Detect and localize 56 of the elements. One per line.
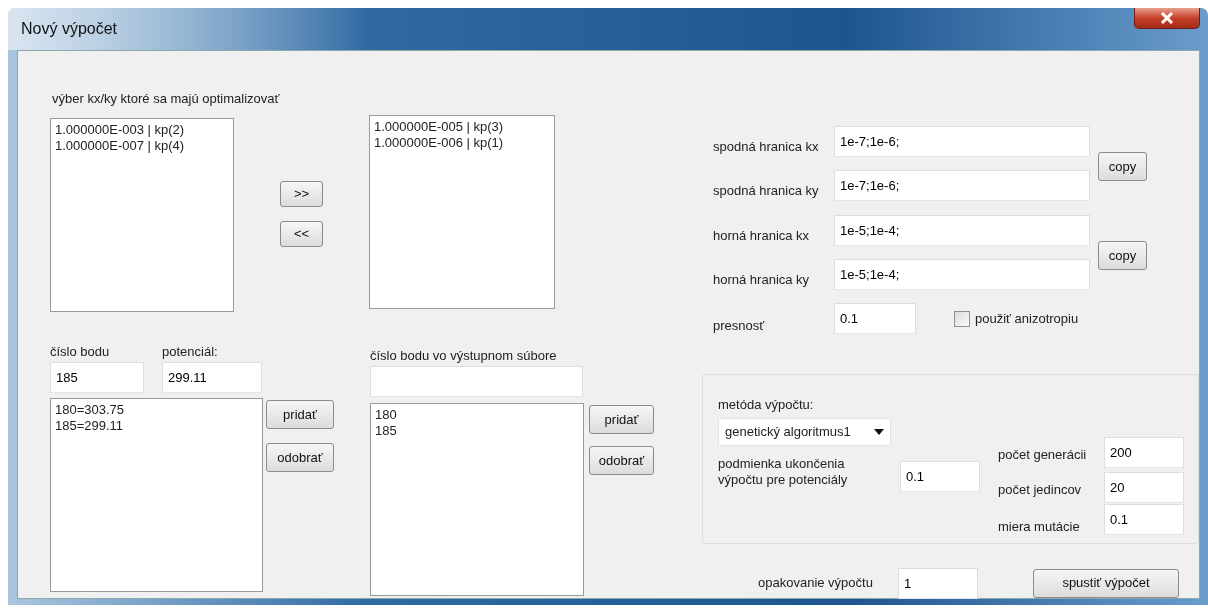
input-field[interactable]: 1e-7;1e-6; — [834, 170, 1090, 201]
field-label: presnosť — [713, 317, 766, 335]
input-field[interactable]: 1e-5;1e-4; — [834, 215, 1090, 246]
input-field[interactable]: 185 — [50, 362, 144, 393]
add-button[interactable]: pridať — [266, 400, 334, 429]
list-box[interactable]: 180 185 — [370, 403, 584, 596]
input-field[interactable]: 1e-5;1e-4; — [834, 259, 1090, 290]
field-label: číslo bodu — [50, 342, 110, 361]
dropdown[interactable]: genetický algoritmus1 — [718, 418, 891, 446]
field-label: spodná hranica ky — [713, 181, 820, 200]
field-label: potenciál: — [162, 342, 218, 361]
remove-button[interactable]: odobrať — [266, 443, 334, 472]
field-label: miera mutácie — [998, 517, 1081, 536]
list-item[interactable]: 1.000000E-005 | kp(3) — [374, 118, 504, 135]
field-label: horná hranica ky — [713, 270, 811, 289]
field-label: počet generácii — [998, 446, 1088, 465]
caret-icon — [874, 429, 884, 435]
section-label: výber kx/ky ktoré sa majú optimalizovať — [52, 90, 280, 108]
input-field[interactable] — [370, 366, 583, 397]
input-field[interactable]: 20 — [1104, 471, 1184, 503]
field-label: opakovanie výpočtu — [758, 574, 874, 593]
field-label: číslo bodu vo výstupnom súbore — [370, 346, 557, 365]
input-field[interactable]: 299.11 — [162, 362, 262, 393]
list-box[interactable]: 180=303.75 185=299.11 — [50, 398, 263, 592]
remove-button[interactable]: odobrať — [589, 446, 654, 475]
move-left-button[interactable]: << — [280, 220, 323, 247]
list-item[interactable]: 180 — [375, 407, 397, 423]
list-item[interactable]: 180=303.75 — [55, 402, 125, 418]
list-box[interactable]: 1.000000E-003 | kp(2) 1.000000E-007 | kp(4) — [50, 117, 234, 312]
list-item[interactable]: 1.000000E-006 | kp(1) — [374, 134, 504, 151]
list-item[interactable]: 185 — [375, 423, 397, 439]
list-item[interactable]: 1.000000E-003 | kp(2) — [55, 121, 185, 138]
field-label: horná hranica kx — [713, 226, 811, 245]
field-label: spodná hranica kx — [713, 137, 820, 156]
move-right-button[interactable]: >> — [280, 180, 323, 207]
field-label: podmienka ukončenia výpočtu pre potenciály — [718, 456, 849, 489]
add-button[interactable]: pridať — [589, 405, 654, 434]
input-field[interactable]: 1 — [898, 567, 978, 599]
list-item[interactable]: 185=299.11 — [55, 418, 124, 434]
input-field[interactable]: 200 — [1104, 436, 1184, 468]
input-field[interactable]: 0.1 — [1104, 503, 1184, 535]
field-label: počet jedincov — [998, 481, 1083, 500]
close-icon — [1160, 12, 1174, 24]
field-label: metóda výpočtu: — [718, 396, 814, 412]
input-field[interactable]: 0.1 — [900, 461, 980, 492]
input-field[interactable]: 1e-7;1e-6; — [834, 126, 1090, 157]
list-box[interactable]: 1.000000E-005 | kp(3) 1.000000E-006 | kp(1) — [369, 114, 555, 309]
copy-button[interactable]: copy — [1098, 152, 1147, 181]
input-field[interactable]: 0.1 — [834, 303, 916, 335]
close-button[interactable] — [1134, 8, 1200, 29]
window-title: Nový výpočet — [21, 19, 118, 39]
checkbox-label: použiť anizotropiu — [975, 310, 1079, 328]
list-item[interactable]: 1.000000E-007 | kp(4) — [55, 137, 185, 154]
checkbox[interactable] — [954, 310, 970, 327]
copy-button[interactable]: copy — [1098, 241, 1147, 270]
run-button[interactable]: spustiť výpočet — [1033, 568, 1179, 598]
